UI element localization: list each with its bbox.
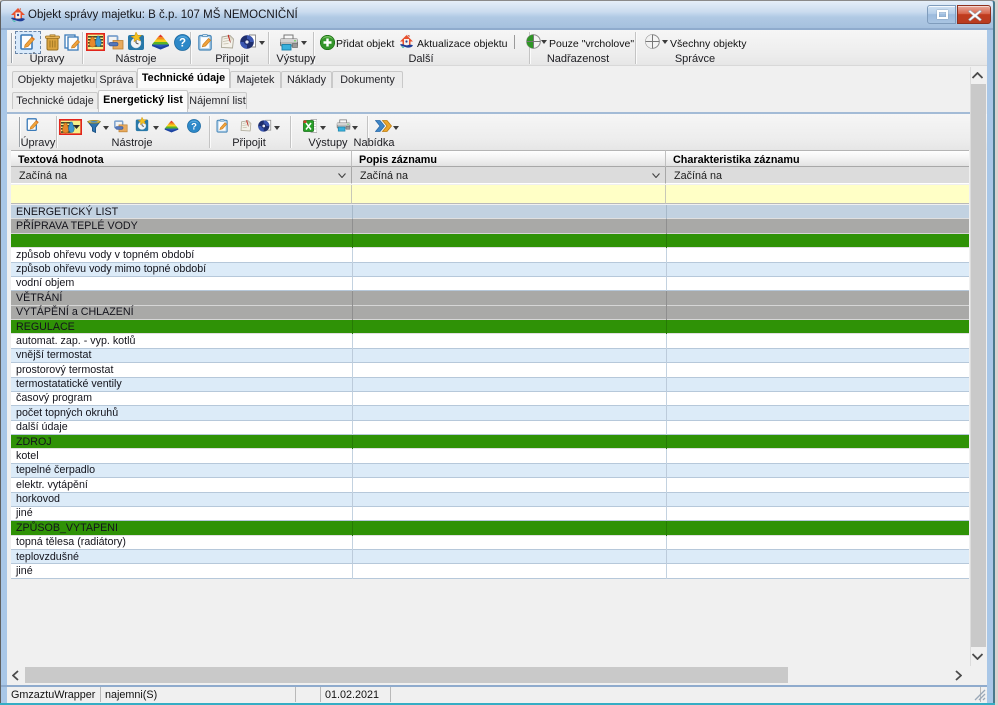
svg-text:?: ? <box>179 38 186 50</box>
svg-text:?: ? <box>191 121 197 132</box>
